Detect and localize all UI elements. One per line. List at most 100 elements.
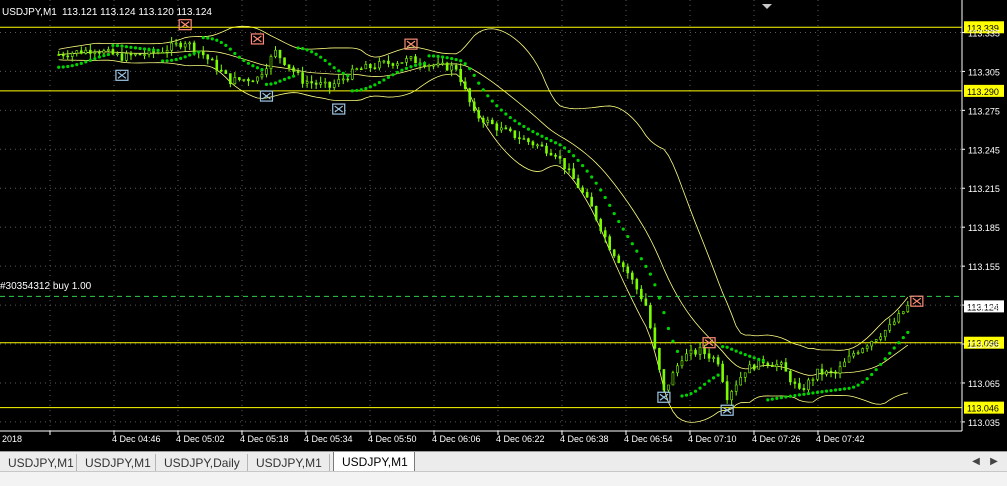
x-box-icon-red[interactable]: [178, 19, 192, 31]
candle-body: [143, 54, 146, 56]
sar-dot: [626, 234, 630, 239]
sar-dot: [310, 50, 314, 54]
sar-dot: [811, 391, 815, 395]
triangle-left-icon[interactable]: ◀: [970, 455, 982, 469]
sar-dot: [463, 62, 467, 66]
candle-body: [125, 53, 128, 61]
sar-dot: [621, 227, 625, 231]
candle-body: [612, 249, 616, 257]
x-box-icon-blue[interactable]: [332, 103, 346, 115]
x-box-icon-red[interactable]: [250, 33, 265, 45]
x-box-icon-blue[interactable]: [115, 69, 129, 81]
candle-body: [585, 192, 589, 198]
candle-body: [463, 81, 467, 89]
candle-body: [251, 80, 255, 83]
tab-usdjpy-daily[interactable]: USDJPY,Daily: [156, 454, 248, 471]
sar-dot: [179, 56, 183, 60]
tab-usdjpy-m1-3[interactable]: USDJPY,M1: [248, 454, 330, 471]
candle-body: [459, 68, 462, 83]
candle-body: [120, 53, 124, 61]
sar-dot: [391, 73, 395, 77]
sar-dot: [368, 85, 372, 89]
candle-body: [328, 81, 331, 88]
sar-dot: [287, 76, 291, 80]
candle-body: [423, 64, 426, 67]
candle-body: [631, 272, 634, 280]
sar-dot: [815, 390, 820, 394]
candle-body: [369, 64, 372, 69]
chart-canvas[interactable]: 113.339113.290113.096113.046113.124 113.…: [0, 0, 1007, 451]
sar-dot: [242, 58, 246, 63]
sar-dot: [883, 357, 887, 361]
candle-body: [468, 88, 472, 103]
candle-body: [789, 370, 792, 383]
sar-dot: [508, 115, 512, 120]
candle-body: [576, 178, 580, 189]
sar-dot: [472, 73, 476, 77]
candles: [57, 37, 910, 406]
candle-body: [283, 57, 286, 65]
marker-cross: [117, 71, 127, 79]
candle-body: [247, 78, 250, 82]
sar-dot: [752, 356, 756, 360]
candle-body: [432, 64, 435, 67]
sar-dot: [413, 63, 418, 67]
candle-body: [603, 230, 607, 237]
candle-body: [495, 123, 499, 131]
tab-usdjpy-m1-2[interactable]: USDJPY,M1: [77, 454, 156, 471]
candle-body: [500, 127, 503, 131]
candle-body: [265, 68, 268, 75]
bb-lower-band: [58, 59, 908, 423]
time-tick-label: 4 Dec 06:38: [560, 434, 609, 444]
candle-body: [802, 388, 806, 391]
triangle-right-icon[interactable]: ▶: [988, 455, 1000, 469]
candle-body: [75, 50, 79, 54]
candle-body: [852, 353, 855, 357]
candle-body: [89, 49, 92, 54]
candle-body: [644, 298, 648, 306]
sar-dot: [531, 130, 535, 134]
sar-dot: [540, 134, 544, 138]
candle-body: [107, 49, 110, 51]
sar-dot: [499, 108, 503, 112]
tab-usdjpy-m1-active[interactable]: USDJPY,M1: [333, 452, 415, 472]
candle-body: [350, 68, 354, 80]
candle-body: [341, 78, 345, 81]
marker-cross: [406, 40, 416, 48]
x-box-icon-red[interactable]: [910, 295, 924, 307]
candle-body: [734, 384, 738, 392]
sar-dot: [481, 88, 485, 92]
candle-body: [486, 119, 490, 123]
candle-body: [716, 357, 720, 365]
sar-dot: [160, 59, 165, 63]
candle-body: [427, 64, 431, 67]
sar-dot: [133, 46, 138, 50]
triangle-down-icon[interactable]: [762, 4, 772, 9]
chart-area[interactable]: 113.339 113.290 113.096 113.046 113.124 113.…: [0, 0, 1007, 451]
candle-body: [906, 305, 910, 312]
candle-body: [883, 330, 887, 338]
candle-body: [617, 255, 621, 263]
sar-dot: [382, 78, 386, 82]
candle-body: [287, 64, 291, 69]
candle-body: [229, 73, 232, 85]
x-box-icon-blue[interactable]: [259, 90, 274, 102]
sar-dot: [571, 154, 576, 158]
sar-dot: [468, 66, 472, 71]
sar-dot: [608, 203, 612, 207]
sar-dot: [111, 43, 115, 48]
sar-dot: [486, 94, 490, 98]
candle-body: [545, 145, 548, 154]
sar-dot: [346, 73, 350, 78]
sar-dot: [477, 81, 481, 85]
sar-dot: [856, 383, 860, 387]
candle-body: [360, 68, 363, 71]
sar-dot: [328, 62, 332, 66]
tab-usdjpy-m1-1[interactable]: USDJPY,M1: [0, 454, 77, 471]
sar-dot: [648, 272, 652, 276]
sar-dot: [188, 53, 192, 57]
candle-body: [784, 362, 788, 372]
candle-body: [436, 62, 440, 66]
sar-dot: [364, 86, 368, 91]
candle-body: [861, 348, 864, 353]
